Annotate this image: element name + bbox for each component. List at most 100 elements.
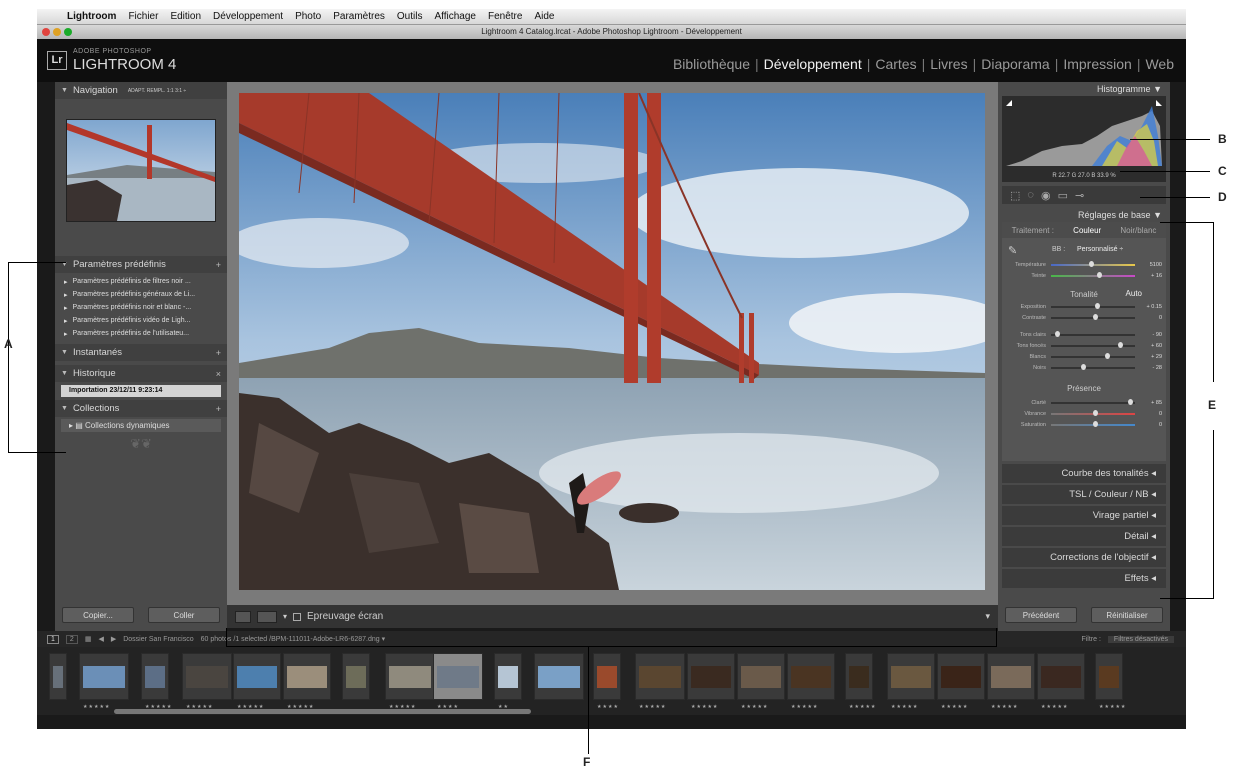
photo-count[interactable]: 60 photos /1 selected /BPM-111011-Adobe-… xyxy=(201,635,385,643)
history-step[interactable]: Importation 23/12/11 9:23:14 xyxy=(61,385,221,397)
navigation-header[interactable]: ▼ Navigation ADAPT. REMPL. 1:1 3:1 ÷ xyxy=(55,82,227,99)
presets-header[interactable]: ▼ Paramètres prédéfinis + xyxy=(55,256,227,273)
slider-value[interactable]: + 16 xyxy=(1140,273,1162,279)
menu-aide[interactable]: Aide xyxy=(534,11,554,22)
add-snapshot-icon[interactable]: + xyxy=(216,348,221,358)
filmstrip-thumbnail[interactable]: ★★★★★ xyxy=(385,653,435,710)
saturation-slider[interactable]: Saturation 0 xyxy=(1006,420,1162,429)
hsl-section[interactable]: TSL / Couleur / NB ◂ xyxy=(1002,485,1166,504)
filmstrip-thumbnail[interactable]: ★★★★★ xyxy=(737,653,785,710)
exposure-slider[interactable]: Exposition + 0.15 xyxy=(1006,302,1162,311)
filmstrip-thumbnail[interactable] xyxy=(534,653,584,700)
slider-value[interactable]: 0 xyxy=(1140,411,1162,417)
spot-removal-icon[interactable]: ◌ xyxy=(1027,189,1034,201)
filmstrip-thumbnail[interactable]: ★★★★★ xyxy=(845,653,875,710)
menu-fichier[interactable]: Fichier xyxy=(128,11,158,22)
adjustment-brush-icon[interactable]: ⊸ xyxy=(1075,189,1084,202)
zoom-window-button[interactable] xyxy=(64,28,72,36)
back-arrow-icon[interactable]: ◀ xyxy=(98,635,103,643)
wb-eyedropper-icon[interactable]: ✎ xyxy=(1008,244,1017,257)
module-cartes[interactable]: Cartes xyxy=(875,56,916,72)
whites-slider[interactable]: Blancs + 29 xyxy=(1006,352,1162,361)
preset-folder[interactable]: ▸ Paramètres prédéfinis généraux de Li... xyxy=(55,288,227,301)
highlights-slider[interactable]: Tons clairs - 90 xyxy=(1006,330,1162,339)
preset-folder[interactable]: ▸ Paramètres prédéfinis de l'utilisateu..… xyxy=(55,327,227,340)
forward-arrow-icon[interactable]: ▶ xyxy=(111,635,116,643)
wb-dropdown[interactable]: Personnalisé ÷ xyxy=(1077,246,1123,253)
clarity-slider[interactable]: Clarté + 85 xyxy=(1006,398,1162,407)
filmstrip-thumbnail[interactable]: ★★★★★ xyxy=(141,653,171,710)
filmstrip-thumbnail[interactable]: ★★★★★ xyxy=(887,653,935,710)
filmstrip-thumbnail[interactable]: ★★★★ xyxy=(593,653,621,710)
filmstrip-thumbnail[interactable]: ★★ xyxy=(494,653,522,710)
tint-slider[interactable]: Teinte + 16 xyxy=(1006,271,1162,280)
filmstrip-thumbnail[interactable]: ★★★★★ xyxy=(787,653,835,710)
filmstrip-thumbnail[interactable]: ★★★★★ xyxy=(1095,653,1125,710)
snapshots-header[interactable]: ▼ Instantanés + xyxy=(55,344,227,361)
grid-view-icon[interactable]: ▦ xyxy=(85,635,92,643)
filmstrip-thumbnail[interactable]: ★★★★★ xyxy=(79,653,129,710)
before-after-icon[interactable] xyxy=(257,610,277,623)
module-impression[interactable]: Impression xyxy=(1063,56,1131,72)
shadows-slider[interactable]: Tons foncés + 60 xyxy=(1006,341,1162,350)
copy-button[interactable]: Copier... xyxy=(62,607,134,623)
filmstrip-thumbnail[interactable]: ★★★★★ xyxy=(635,653,685,710)
menu-parametres[interactable]: Paramètres xyxy=(333,11,385,22)
bw-treatment-tab[interactable]: Noir/blanc xyxy=(1120,226,1156,235)
histogram-header[interactable]: Histogramme ▼ xyxy=(998,82,1170,96)
menu-fenetre[interactable]: Fenêtre xyxy=(488,11,522,22)
slider-value[interactable]: 0 xyxy=(1140,422,1162,428)
slider-value[interactable]: - 28 xyxy=(1140,365,1162,371)
reset-button[interactable]: Réinitialiser xyxy=(1091,607,1163,623)
module-diaporama[interactable]: Diaporama xyxy=(981,56,1049,72)
preset-folder[interactable]: ▸ Paramètres prédéfinis vidéo de Ligh... xyxy=(55,314,227,327)
crop-icon[interactable]: ⬚ xyxy=(1010,189,1020,202)
temperature-slider[interactable]: Température 5100 xyxy=(1006,260,1162,269)
filter-dropdown[interactable]: Filtres désactivés xyxy=(1107,635,1174,643)
slider-value[interactable]: 0 xyxy=(1140,315,1162,321)
color-treatment-tab[interactable]: Couleur xyxy=(1073,226,1101,235)
module-livres[interactable]: Livres xyxy=(930,56,967,72)
menu-outils[interactable]: Outils xyxy=(397,11,423,22)
source-folder[interactable]: Dossier San Francisco xyxy=(123,636,193,643)
previous-button[interactable]: Précédent xyxy=(1005,607,1077,623)
filmstrip-thumbnail[interactable]: ★★★★★ xyxy=(937,653,985,710)
add-preset-icon[interactable]: + xyxy=(216,260,221,270)
filmstrip-scrollbar[interactable] xyxy=(114,709,531,714)
slider-value[interactable]: - 90 xyxy=(1140,332,1162,338)
navigator-preview[interactable] xyxy=(66,119,216,222)
slider-value[interactable]: 5100 xyxy=(1140,262,1162,268)
filmstrip-thumbnail[interactable]: ★★★★★ xyxy=(687,653,735,710)
secondary-display-button[interactable]: 2 xyxy=(65,634,78,644)
add-collection-icon[interactable]: + xyxy=(216,404,221,414)
tone-curve-section[interactable]: Courbe des tonalités ◂ xyxy=(1002,464,1166,483)
paste-button[interactable]: Coller xyxy=(148,607,220,623)
filmstrip-thumbnail[interactable] xyxy=(49,653,67,700)
collections-header[interactable]: ▼ Collections + xyxy=(55,400,227,417)
contrast-slider[interactable]: Contraste 0 xyxy=(1006,313,1162,322)
main-photo[interactable] xyxy=(239,93,985,590)
filmstrip-thumbnail[interactable]: ★★★★★ xyxy=(1037,653,1085,710)
red-eye-icon[interactable]: ◉ xyxy=(1041,189,1051,202)
slider-value[interactable]: + 85 xyxy=(1140,400,1162,406)
menu-developpement[interactable]: Développement xyxy=(213,11,283,22)
filmstrip-thumbnail[interactable]: ★★★★★ xyxy=(233,653,281,710)
navigation-zoom-options[interactable]: ADAPT. REMPL. 1:1 3:1 ÷ xyxy=(128,88,186,94)
slider-value[interactable]: + 0.15 xyxy=(1140,304,1162,310)
filmstrip-thumbnail[interactable] xyxy=(342,653,370,700)
primary-display-button[interactable]: 1 xyxy=(47,634,59,644)
history-header[interactable]: ▼ Historique × xyxy=(55,365,227,382)
filmstrip-thumbnail-selected[interactable]: ★★★★ xyxy=(433,653,483,710)
slider-value[interactable]: + 29 xyxy=(1140,354,1162,360)
menu-edition[interactable]: Edition xyxy=(170,11,201,22)
minimize-window-button[interactable] xyxy=(53,28,61,36)
blacks-slider[interactable]: Noirs - 28 xyxy=(1006,363,1162,372)
split-toning-section[interactable]: Virage partiel ◂ xyxy=(1002,506,1166,525)
module-web[interactable]: Web xyxy=(1145,56,1174,72)
basic-header[interactable]: Réglages de base ▼ xyxy=(998,208,1170,222)
auto-tone-button[interactable]: Auto xyxy=(1126,289,1142,298)
softproof-checkbox[interactable] xyxy=(293,612,302,621)
module-developpement[interactable]: Développement xyxy=(764,56,862,72)
menu-photo[interactable]: Photo xyxy=(295,11,321,22)
filmstrip-thumbnail[interactable]: ★★★★★ xyxy=(182,653,232,710)
